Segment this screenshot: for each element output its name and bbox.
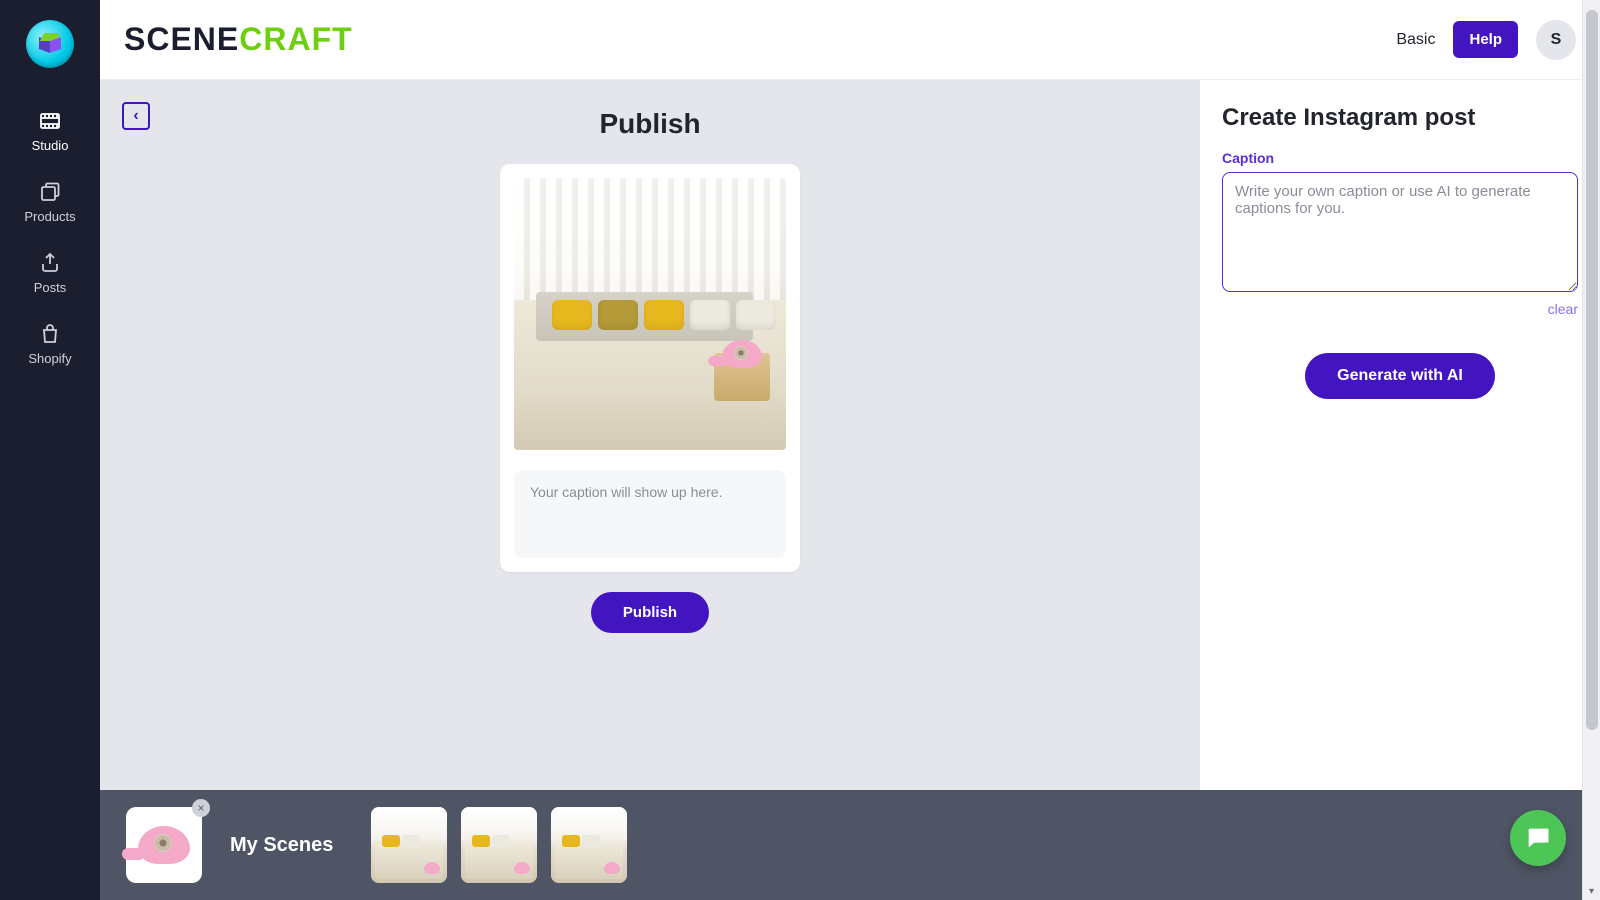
scene-thumbnail[interactable] [371,807,447,883]
user-avatar[interactable]: S [1536,20,1576,60]
chat-icon [1524,824,1552,852]
shopping-bag-icon [10,321,90,347]
nav-label: Studio [10,138,90,153]
help-button[interactable]: Help [1453,21,1518,58]
stacked-squares-icon [10,179,90,205]
chevron-left-icon: ‹ [133,107,138,125]
selected-product-thumbnail[interactable]: × [126,807,202,883]
generate-with-ai-button[interactable]: Generate with AI [1305,353,1495,399]
plan-label[interactable]: Basic [1396,31,1435,49]
chat-fab[interactable] [1510,810,1566,866]
tray-title: My Scenes [230,834,333,857]
nav-item-products[interactable]: Products [10,179,90,224]
scene-thumbnail-list [371,807,627,883]
post-preview-card: Your caption will show up here. [500,164,800,572]
nav-item-shopify[interactable]: Shopify [10,321,90,366]
scene-thumbnail[interactable] [551,807,627,883]
nav-label: Shopify [10,351,90,366]
canvas-area: ‹ Publish [100,80,1200,790]
remove-product-button[interactable]: × [192,799,210,817]
filmstrip-icon [10,108,90,134]
back-button[interactable]: ‹ [122,102,150,130]
side-panel: Create Instagram post Caption clear Gene… [1200,80,1600,790]
share-icon [10,250,90,276]
scene-thumbnail[interactable] [461,807,537,883]
side-panel-title: Create Instagram post [1222,104,1578,132]
brand-wordmark[interactable]: SCENECRAFT [124,21,353,58]
scrollbar-thumb[interactable] [1586,10,1598,730]
nav-item-studio[interactable]: Studio [10,108,90,153]
scenes-tray: × My Scenes [100,790,1600,900]
scroll-down-arrow[interactable]: ▾ [1583,882,1600,900]
app-logo-badge[interactable] [26,20,74,68]
top-bar: SCENECRAFT Basic Help S [100,0,1600,80]
caption-textarea[interactable] [1222,172,1578,292]
publish-button[interactable]: Publish [591,592,709,633]
page-scrollbar[interactable]: ▾ [1582,0,1600,900]
canvas-title: Publish [599,108,700,140]
clear-caption-button[interactable]: clear [1548,301,1578,317]
nav-label: Posts [10,280,90,295]
cube-icon [39,33,61,55]
left-navigation: Studio Products Posts [0,0,100,900]
post-preview-image [514,178,786,450]
close-icon: × [197,801,204,815]
nav-label: Products [10,209,90,224]
caption-field-label: Caption [1222,150,1578,166]
nav-item-posts[interactable]: Posts [10,250,90,295]
caption-preview: Your caption will show up here. [514,470,786,558]
